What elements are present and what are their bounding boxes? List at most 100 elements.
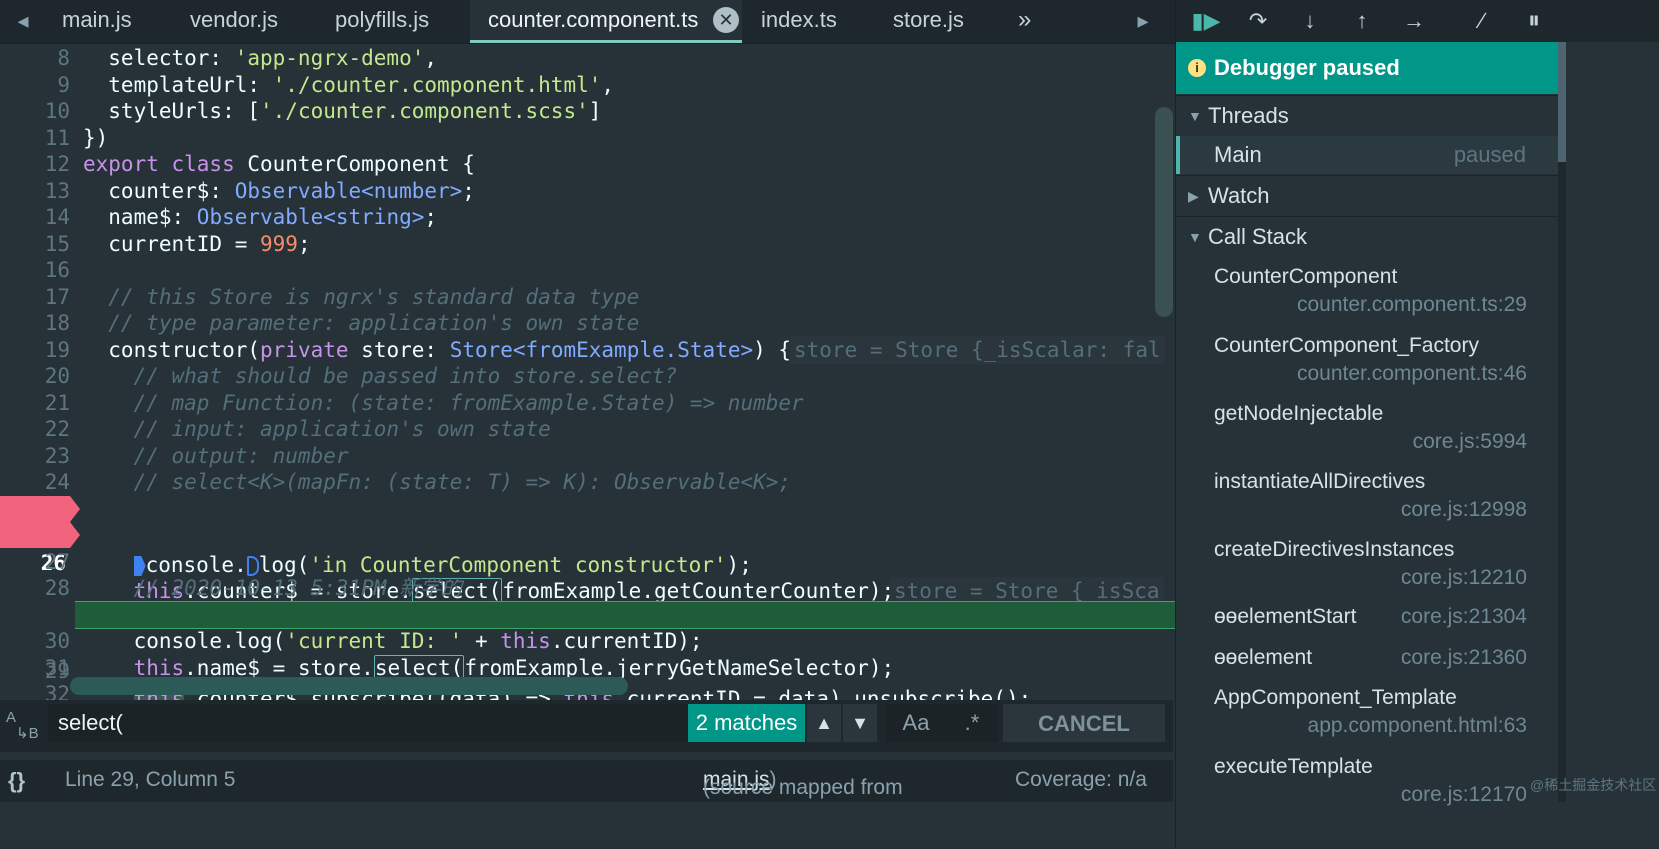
pretty-print-button[interactable]: {} [8,768,25,794]
line-code: // type parameter: application's own sta… [83,311,640,335]
code-line: 20 // what should be passed into store.s… [0,362,1225,390]
section-label: Call Stack [1208,224,1308,249]
frame-location: core.js:12998 [1400,498,1527,521]
source-mapped-info: (source mapped from main.js) [703,768,903,799]
line-number: 20 [44,364,70,388]
line-number: 22 [44,417,70,441]
step-over-icon[interactable]: ↷ [1242,6,1274,36]
line-number: 16 [44,258,70,282]
cursor-position: Line 29, Column 5 [65,768,236,791]
editor-tab-bar: ◂ main.js vendor.js polyfills.js counter… [0,0,1240,44]
line-number: 28 [44,576,70,600]
source-mapped-prefix: (source mapped from [703,776,903,799]
code-editor[interactable]: 8 selector: 'app-ngrx-demo', 9 templateU… [0,44,1225,740]
previous-match-button[interactable]: ▲ [807,704,841,742]
code-line-breakpoint: 26 this.counter$ = store.select(fromExam… [0,521,1225,605]
line-code: // output: number [83,444,349,468]
frame-location: app.component.html:63 [1307,714,1527,737]
line-number: 24 [44,470,70,494]
tab-store-js[interactable]: store.js [893,0,964,43]
step-out-icon[interactable]: ↑ [1346,6,1378,36]
tab-counter-component-ts[interactable]: counter.component.ts ✕ [470,0,742,43]
frame-function: CounterComponent_Factory [1214,334,1479,357]
editor-vertical-scrollbar[interactable] [1155,107,1173,317]
line-number: 15 [44,232,70,256]
chevron-up-icon: ▲ [815,713,833,733]
pause-on-exceptions-icon[interactable]: ⏸ [1518,6,1550,36]
line-number: 31 [44,656,70,680]
next-match-button[interactable]: ▼ [843,704,877,742]
frame-location: counter.component.ts:46 [1297,362,1527,385]
inline-value-store[interactable]: store = Store {_isScalar: fal [790,336,1165,364]
code-line: 14 name$: Observable<string>; [0,203,1225,231]
watermark: @稀土掘金技术社区 [1530,777,1657,793]
regex-toggle[interactable]: .* [946,704,998,742]
frame-function: instantiateAllDirectives [1214,470,1426,493]
line-number: 10 [44,99,70,123]
sidebar-scrollbar-thumb[interactable] [1558,42,1566,162]
line-code: }) [83,126,109,150]
frame-location: counter.component.ts:29 [1297,293,1527,316]
breakpoint-marker[interactable] [0,522,80,548]
line-code: // what should be passed into store.sele… [83,364,678,388]
info-icon: i [1188,59,1206,77]
expanded-arrow-icon: ▼ [1188,229,1202,245]
tab-main-js[interactable]: main.js [62,0,132,43]
expanded-arrow-icon: ▼ [1188,108,1202,124]
search-glyph-top: A [6,709,17,726]
breakpoint-marker[interactable] [0,496,80,522]
code-line: 28 // 2020-10-13 5:31PM 新学的 [0,574,1225,602]
thread-item-main[interactable]: Main paused [1176,136,1560,174]
code-line: 13 counter$: Observable<number>; [0,177,1225,205]
frame-location: core.js:21360 [1400,646,1527,669]
line-number: 23 [44,444,70,468]
cancel-button[interactable]: CANCEL [1003,704,1165,742]
section-label: Threads [1208,103,1289,128]
toggle-navigator-icon[interactable]: ◂ [10,8,36,34]
line-code: // this Store is ngrx's standard data ty… [83,285,640,309]
search-input[interactable] [48,704,688,742]
tab-index-ts[interactable]: index.ts [761,0,837,43]
line-code: selector: 'app-ngrx-demo', [83,46,438,70]
line-number: 8 [57,46,70,70]
code-line: 12 export class CounterComponent { [0,150,1225,178]
collapsed-arrow-icon: ▶ [1188,188,1199,204]
toggle-debugger-icon[interactable]: ▸ [1130,8,1156,34]
line-number: 21 [44,391,70,415]
line-code: // select<K>(mapFn: (state: T) => K): Ob… [83,470,792,494]
search-glyph-bottom: ↳B [16,725,39,742]
search-bar: A ↳B 2 matches ▲ ▼ Aa .* CANCEL [0,700,1173,752]
tab-label: vendor.js [190,7,279,32]
paused-message: Debugger paused [1214,55,1400,80]
line-number: 30 [44,629,70,653]
match-case-toggle[interactable]: Aa [886,704,946,742]
code-line: 9 templateUrl: './counter.component.html… [0,71,1225,99]
debugger-toolbar: ▮▶ ↷ ↓ ↑ → ∕ ⏸ [1176,0,1659,42]
step-icon[interactable]: → [1398,6,1430,36]
deactivate-breakpoints-icon[interactable]: ∕ [1466,6,1498,36]
debugger-paused-banner: i Debugger paused [1176,42,1597,94]
tab-polyfills-js[interactable]: polyfills.js [335,0,429,43]
code-line: 24 // select<K>(mapFn: (state: T) => K):… [0,468,1225,496]
editor-horizontal-scrollbar[interactable] [70,677,628,695]
tab-overflow-button[interactable]: » [1018,0,1031,43]
code-line: 16 [0,256,1225,284]
code-line: 23 // output: number [0,442,1225,470]
close-tab-icon[interactable]: ✕ [713,7,739,33]
debugger-sidebar: ▮▶ ↷ ↓ ↑ → ∕ ⏸ i Debugger paused ▼ Threa… [1175,0,1659,849]
code-line: 18 // type parameter: application's own … [0,309,1225,337]
chevron-down-icon: ▼ [851,713,869,733]
code-line: 15 currentID = 999; [0,230,1225,258]
sidebar-gutter [1566,42,1659,849]
step-in-icon[interactable]: ↓ [1294,6,1326,36]
section-label: Watch [1208,183,1270,208]
tab-label: main.js [62,7,132,32]
tab-label: store.js [893,7,964,32]
code-line: 10 styleUrls: ['./counter.component.scss… [0,97,1225,125]
code-line-current: 29 this.counter$.subscribe((data) => thi… [0,601,1225,711]
tab-vendor-js[interactable]: vendor.js [190,0,278,43]
match-count: 2 matches [688,704,805,742]
resume-icon[interactable]: ▮▶ [1190,6,1222,36]
code-line: 11}) [0,124,1225,152]
line-code: constructor(private store: Store<fromExa… [83,338,792,362]
